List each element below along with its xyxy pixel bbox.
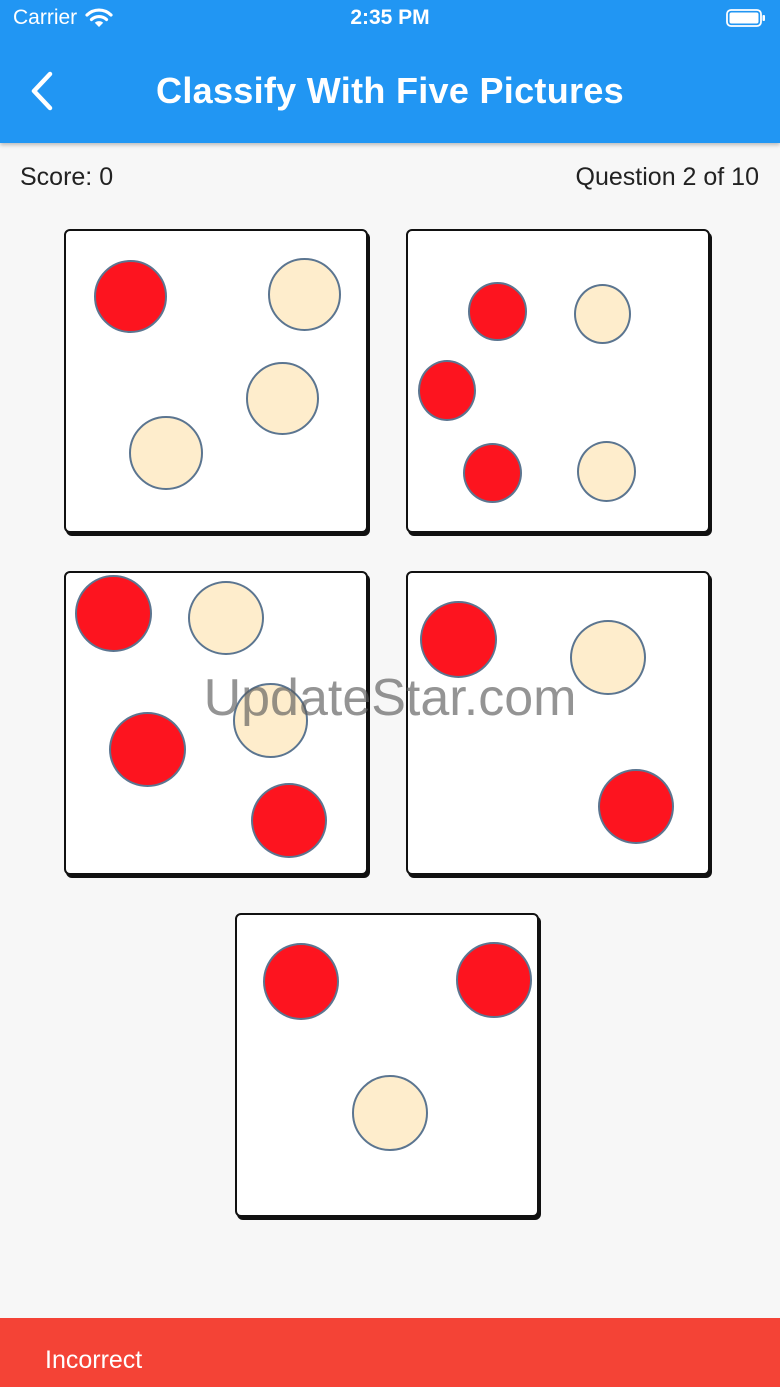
question-counter: Question 2 of 10	[575, 163, 759, 191]
result-message: Incorrect	[45, 1346, 143, 1374]
picture-card-3[interactable]	[64, 571, 368, 875]
red-dot	[251, 783, 327, 858]
red-dot	[463, 443, 522, 503]
picture-card-1[interactable]	[64, 229, 368, 533]
battery-icon	[726, 9, 765, 27]
beige-dot	[246, 362, 319, 435]
picture-card-2[interactable]	[406, 229, 710, 533]
beige-dot	[352, 1075, 428, 1151]
red-dot	[418, 360, 476, 421]
beige-dot	[268, 258, 341, 331]
red-dot	[75, 575, 152, 652]
app-bar: Carrier 2:35 PM Classify With Five Pictu…	[0, 0, 780, 143]
red-dot	[263, 943, 339, 1020]
red-dot	[420, 601, 497, 678]
beige-dot	[570, 620, 646, 695]
red-dot	[598, 769, 674, 844]
red-dot	[456, 942, 532, 1018]
beige-dot	[188, 581, 264, 655]
page-title: Classify With Five Pictures	[156, 70, 624, 111]
picture-card-5[interactable]	[235, 913, 539, 1217]
beige-dot	[129, 416, 203, 490]
picture-card-4[interactable]	[406, 571, 710, 875]
beige-dot	[574, 284, 631, 344]
red-dot	[468, 282, 527, 341]
red-dot	[94, 260, 167, 333]
beige-dot	[233, 683, 308, 758]
red-dot	[109, 712, 186, 787]
status-time: 2:35 PM	[350, 6, 430, 29]
score-label: Score: 0	[20, 163, 114, 191]
beige-dot	[577, 441, 636, 502]
result-snackbar: Incorrect	[0, 1318, 780, 1387]
